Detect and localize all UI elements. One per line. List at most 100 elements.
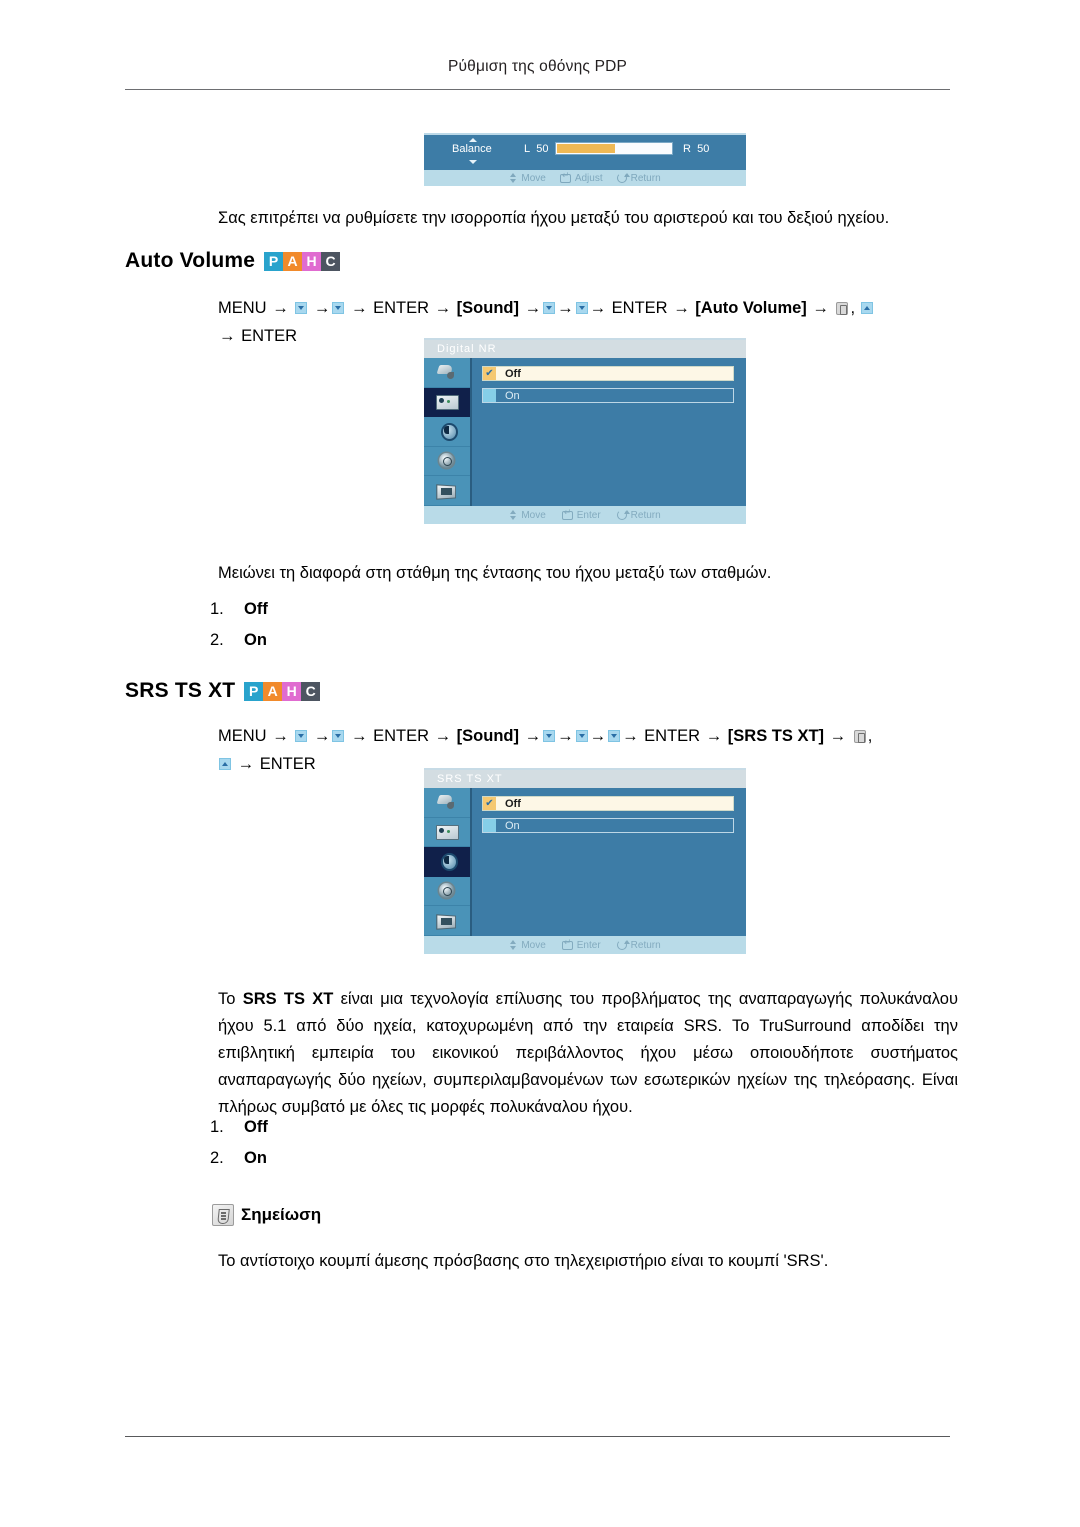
hint-return: Return (616, 940, 661, 951)
sidebar-item-setup[interactable] (424, 447, 470, 477)
multi-control-icon (435, 482, 459, 500)
key-down-icon (543, 302, 556, 314)
key-down-icon (608, 730, 621, 742)
balance-up-caret-icon (469, 138, 477, 142)
enter-key-icon (559, 171, 571, 183)
option-row-off[interactable]: ✔ Off (482, 366, 734, 381)
balance-slider-fill (557, 144, 615, 153)
hint-move: Move (509, 173, 546, 184)
sound-icon (435, 422, 459, 442)
sidebar-item-picture[interactable] (424, 788, 470, 818)
balance-hint-bar: Move Adjust Return (424, 170, 746, 186)
checkmark-icon: ✔ (483, 367, 496, 380)
arrow-glyph: → (812, 299, 829, 317)
badge-p: P (264, 251, 284, 271)
checkmark-icon: ✔ (483, 797, 496, 810)
srs-heading: SRS TS XT P A H C (125, 679, 321, 703)
running-header: Ρύθμιση της οθόνης PDP (447, 58, 628, 75)
setup-gear-icon (435, 882, 459, 900)
path-sound-label: [Sound] (456, 727, 519, 745)
note-heading: Σημείωση (212, 1204, 321, 1226)
osd-sidebar (424, 358, 472, 506)
return-arrow-icon (616, 510, 630, 520)
auto-volume-badges: P A H C (264, 251, 341, 271)
arrow-glyph: → (705, 727, 723, 745)
screen-icon (435, 393, 459, 411)
sidebar-item-sound[interactable] (424, 417, 470, 447)
remote-button-icon (853, 730, 866, 743)
arrow-glyph: → (557, 727, 574, 745)
arrow-glyph: → (434, 299, 452, 317)
balance-right-value: R 50 (683, 143, 710, 155)
picture-brush-icon (435, 793, 459, 811)
srs-heading-text: SRS TS XT (125, 679, 236, 702)
badge-a: A (263, 681, 283, 701)
hint-enter: Enter (561, 508, 601, 521)
hint-return: Return (616, 173, 661, 184)
sidebar-item-multi[interactable] (424, 476, 470, 506)
arrow-glyph: → (272, 299, 289, 317)
sidebar-item-screen[interactable] (424, 818, 470, 848)
move-arrows-icon (509, 940, 517, 950)
option-row-off[interactable]: ✔ Off (482, 796, 734, 811)
option-label: On (505, 389, 520, 402)
key-down-icon (295, 730, 308, 742)
sidebar-item-picture[interactable] (424, 358, 470, 388)
list-item: 2. On (210, 631, 268, 650)
osd-options: ✔ Off On (472, 358, 746, 506)
option-row-on[interactable]: On (482, 818, 734, 833)
hint-adjust: Adjust (559, 171, 603, 184)
srs-options-list: 1. Off 2. On (210, 1118, 268, 1180)
list-value: Off (244, 1118, 268, 1136)
srs-description: Το SRS TS XT είναι μια τεχνολογία επίλυσ… (218, 990, 959, 1116)
badge-c: C (301, 681, 321, 701)
return-arrow-icon (616, 173, 630, 183)
list-item: 2. On (210, 1149, 268, 1168)
osd-sidebar (424, 788, 472, 936)
key-down-icon (543, 730, 556, 742)
osd-options: ✔ Off On (472, 788, 746, 936)
arrow-glyph: → (524, 727, 542, 745)
arrow-glyph: → (350, 299, 368, 317)
enter-key-icon (561, 938, 573, 950)
osd-title: Digital NR (424, 340, 746, 358)
path-target-label: [Auto Volume] (695, 299, 807, 317)
balance-down-caret-icon (469, 160, 477, 164)
arrow-glyph: → (829, 727, 847, 745)
page-canvas: Ρύθμιση της οθόνης PDP Balance L 50 R 50… (0, 0, 1080, 1527)
balance-label: Balance (452, 143, 492, 155)
sidebar-item-sound[interactable] (424, 847, 470, 877)
hint-move: Move (509, 940, 546, 951)
arrow-glyph: → (237, 755, 255, 773)
auto-volume-heading-text: Auto Volume (125, 249, 256, 272)
key-down-icon (575, 730, 588, 742)
arrow-glyph: → (589, 299, 607, 317)
balance-slider-track[interactable] (555, 142, 673, 155)
path-sound-label: [Sound] (456, 299, 519, 317)
arrow-glyph: → (557, 299, 574, 317)
arrow-glyph: → (434, 727, 452, 745)
auto-volume-heading: Auto Volume P A H C (125, 249, 341, 273)
arrow-glyph: → (589, 727, 607, 745)
sidebar-item-screen[interactable] (424, 387, 470, 418)
option-row-on[interactable]: On (482, 388, 734, 403)
list-value: Off (244, 600, 268, 618)
balance-osd: Balance L 50 R 50 Move Adjust Return (424, 133, 746, 186)
balance-left-value: L 50 (524, 143, 549, 155)
option-label: Off (505, 367, 521, 380)
sidebar-item-multi[interactable] (424, 906, 470, 936)
key-up-icon (219, 758, 231, 770)
key-down-icon (295, 302, 308, 314)
path-target-label: [SRS TS XT] (727, 727, 825, 745)
list-number: 1. (210, 600, 224, 618)
digital-nr-osd: Digital NR ✔ Off On Move ↵ Enter Return (424, 338, 746, 524)
auto-volume-options-list: 1. Off 2. On (210, 600, 268, 662)
header-rule (125, 89, 950, 90)
return-arrow-icon (616, 940, 630, 950)
list-item: 1. Off (210, 600, 268, 619)
arrow-glyph: → (673, 299, 690, 317)
checkbox-empty-icon (483, 819, 496, 832)
option-label: On (505, 819, 520, 832)
list-value: On (244, 631, 267, 649)
sidebar-item-setup[interactable] (424, 877, 470, 907)
